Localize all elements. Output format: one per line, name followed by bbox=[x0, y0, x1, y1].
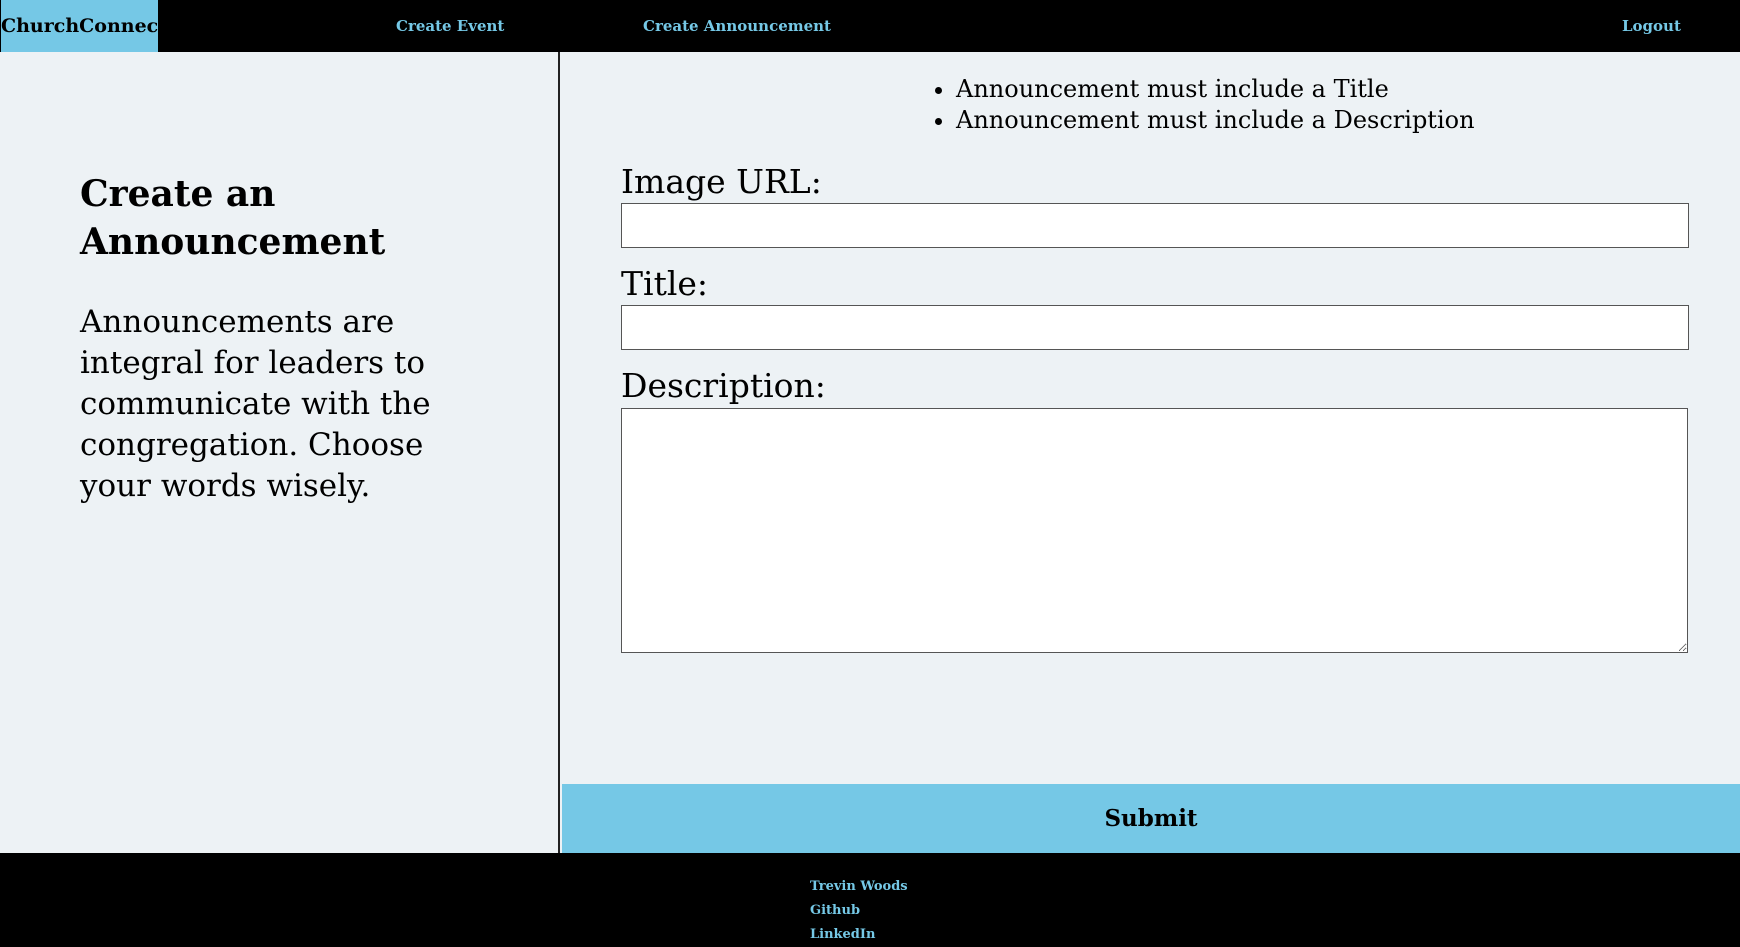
info-panel: Create an Announcement Announcements are… bbox=[0, 52, 560, 853]
validation-errors-list: Announcement must include a Title Announ… bbox=[932, 74, 1475, 136]
footer-github-link[interactable]: Github bbox=[810, 899, 908, 923]
footer: Trevin Woods Github LinkedIn bbox=[0, 853, 1740, 942]
submit-button[interactable]: Submit bbox=[562, 784, 1740, 853]
nav-logout-link[interactable]: Logout bbox=[1622, 0, 1681, 52]
validation-error: Announcement must include a Description bbox=[956, 105, 1475, 136]
image-url-label: Image URL: bbox=[621, 162, 822, 201]
footer-linkedin-link[interactable]: LinkedIn bbox=[810, 923, 908, 947]
page-description: Announcements are integral for leaders t… bbox=[80, 304, 431, 504]
announcement-form: Announcement must include a Title Announ… bbox=[562, 52, 1740, 853]
navbar: ChurchConnect Create Event Create Announ… bbox=[0, 0, 1740, 52]
nav-create-announcement-link[interactable]: Create Announcement bbox=[643, 0, 831, 52]
title-label: Title: bbox=[621, 264, 709, 303]
main-content: Create an Announcement Announcements are… bbox=[0, 52, 1740, 853]
image-url-input[interactable] bbox=[621, 203, 1689, 248]
validation-error: Announcement must include a Title bbox=[956, 74, 1475, 105]
nav-create-event-link[interactable]: Create Event bbox=[396, 0, 504, 52]
footer-author-link[interactable]: Trevin Woods bbox=[810, 875, 908, 899]
brand-logo[interactable]: ChurchConnect bbox=[1, 0, 167, 52]
description-label: Description: bbox=[621, 366, 826, 405]
footer-links: Trevin Woods Github LinkedIn bbox=[810, 875, 908, 947]
page-title: Create an Announcement bbox=[80, 173, 386, 263]
description-textarea[interactable] bbox=[621, 408, 1688, 653]
title-input[interactable] bbox=[621, 305, 1689, 350]
